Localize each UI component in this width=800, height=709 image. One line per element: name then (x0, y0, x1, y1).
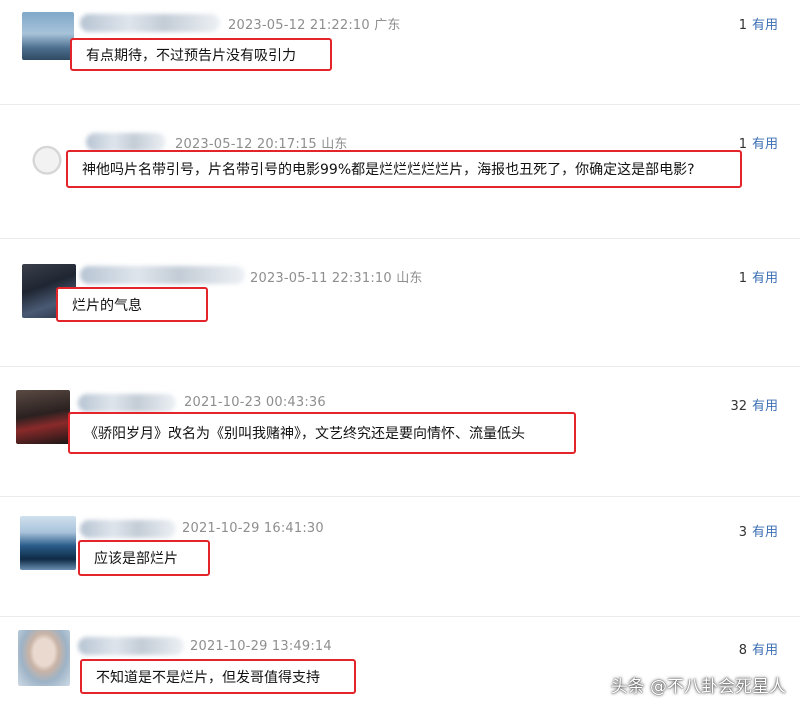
comment-meta: 2021-10-29 13:49:14 (190, 639, 332, 654)
useful-count: 8 (738, 643, 747, 658)
useful-button[interactable]: 8 有用 (739, 639, 778, 658)
username-blurred[interactable] (78, 637, 184, 655)
useful-label: 有用 (751, 643, 778, 658)
comment-text: 不知道是不是烂片，但发哥值得支持 (80, 659, 356, 694)
watermark: 头条 @不八卦会死星人 (610, 677, 786, 697)
comment-item: 2021-10-29 13:49:14 8 有用 不知道是不是烂片，但发哥值得支持 (0, 0, 800, 709)
avatar[interactable] (18, 630, 70, 686)
